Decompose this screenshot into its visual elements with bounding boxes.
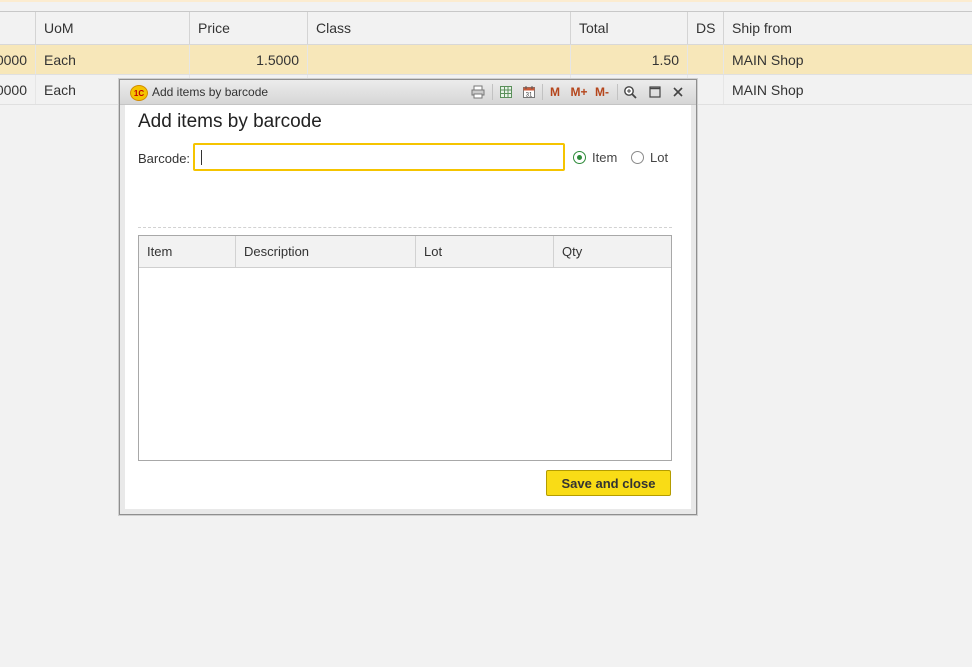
table-row[interactable]: 0000 Each 1.5000 1.50 MAIN Shop <box>0 45 972 75</box>
spreadsheet-icon[interactable] <box>498 84 514 100</box>
column-header-price[interactable]: Price <box>189 12 307 44</box>
price-cell[interactable]: 1.5000 <box>189 45 307 74</box>
top-accent-line <box>0 0 972 2</box>
column-header-uom[interactable]: UoM <box>35 12 189 44</box>
ship-from-cell[interactable]: MAIN Shop <box>723 75 972 104</box>
barcode-input[interactable] <box>193 143 565 171</box>
memory-m-icon[interactable]: M <box>547 84 563 100</box>
radio-lot[interactable]: Lot <box>631 150 668 165</box>
column-header-lot[interactable]: Lot <box>416 236 554 267</box>
page-title: Add items by barcode <box>138 111 322 132</box>
text-caret <box>201 150 202 165</box>
calendar-icon[interactable]: 31 <box>521 84 537 100</box>
print-icon[interactable] <box>470 84 486 100</box>
maximize-icon[interactable] <box>647 84 663 100</box>
close-icon[interactable] <box>670 84 686 100</box>
memory-plus-icon[interactable]: M+ <box>568 84 590 100</box>
radio-unchecked-icon <box>631 151 644 164</box>
add-items-by-barcode-dialog: 1C Add items by barcode 31 M M+ M- Add i… <box>119 79 697 515</box>
table-header: UoM Price Class Total DS Ship from <box>0 11 972 45</box>
memory-minus-icon[interactable]: M- <box>591 84 613 100</box>
save-and-close-button[interactable]: Save and close <box>546 470 671 496</box>
zoom-icon[interactable] <box>622 84 638 100</box>
table-header: Item Description Lot Qty <box>139 236 671 268</box>
column-header-description[interactable]: Description <box>236 236 416 267</box>
toolbar-separator <box>617 84 618 100</box>
qty-cell[interactable]: 0000 <box>0 45 35 74</box>
column-header-item[interactable]: Item <box>139 236 236 267</box>
radio-lot-label: Lot <box>650 150 669 165</box>
app-logo-icon: 1C <box>130 85 148 101</box>
column-header-class[interactable]: Class <box>307 12 570 44</box>
radio-item[interactable]: Item <box>573 150 617 165</box>
column-header-ds[interactable]: DS <box>687 12 723 44</box>
qty-cell[interactable]: 0000 <box>0 75 35 104</box>
uom-cell[interactable]: Each <box>35 45 189 74</box>
section-divider <box>138 227 672 228</box>
window-title: Add items by barcode <box>152 85 269 99</box>
total-cell[interactable]: 1.50 <box>570 45 687 74</box>
calendar-day-text: 31 <box>526 93 533 99</box>
scanned-items-table[interactable]: Item Description Lot Qty <box>138 235 672 461</box>
class-cell[interactable] <box>307 45 570 74</box>
toolbar-separator <box>542 84 543 100</box>
column-header-qty[interactable]: Qty <box>554 236 671 267</box>
column-header-total[interactable]: Total <box>570 12 687 44</box>
ship-from-cell[interactable]: MAIN Shop <box>723 45 972 74</box>
barcode-label: Barcode: <box>138 151 191 166</box>
dialog-content: Add items by barcode Barcode: Item Lot I… <box>125 105 691 509</box>
radio-item-label: Item <box>592 150 618 165</box>
column-header-ship-from[interactable]: Ship from <box>723 12 972 44</box>
toolbar-separator <box>492 84 493 100</box>
dialog-titlebar[interactable]: 1C Add items by barcode 31 M M+ M- <box>120 80 696 105</box>
radio-checked-icon <box>573 151 586 164</box>
ds-cell[interactable] <box>687 45 723 74</box>
